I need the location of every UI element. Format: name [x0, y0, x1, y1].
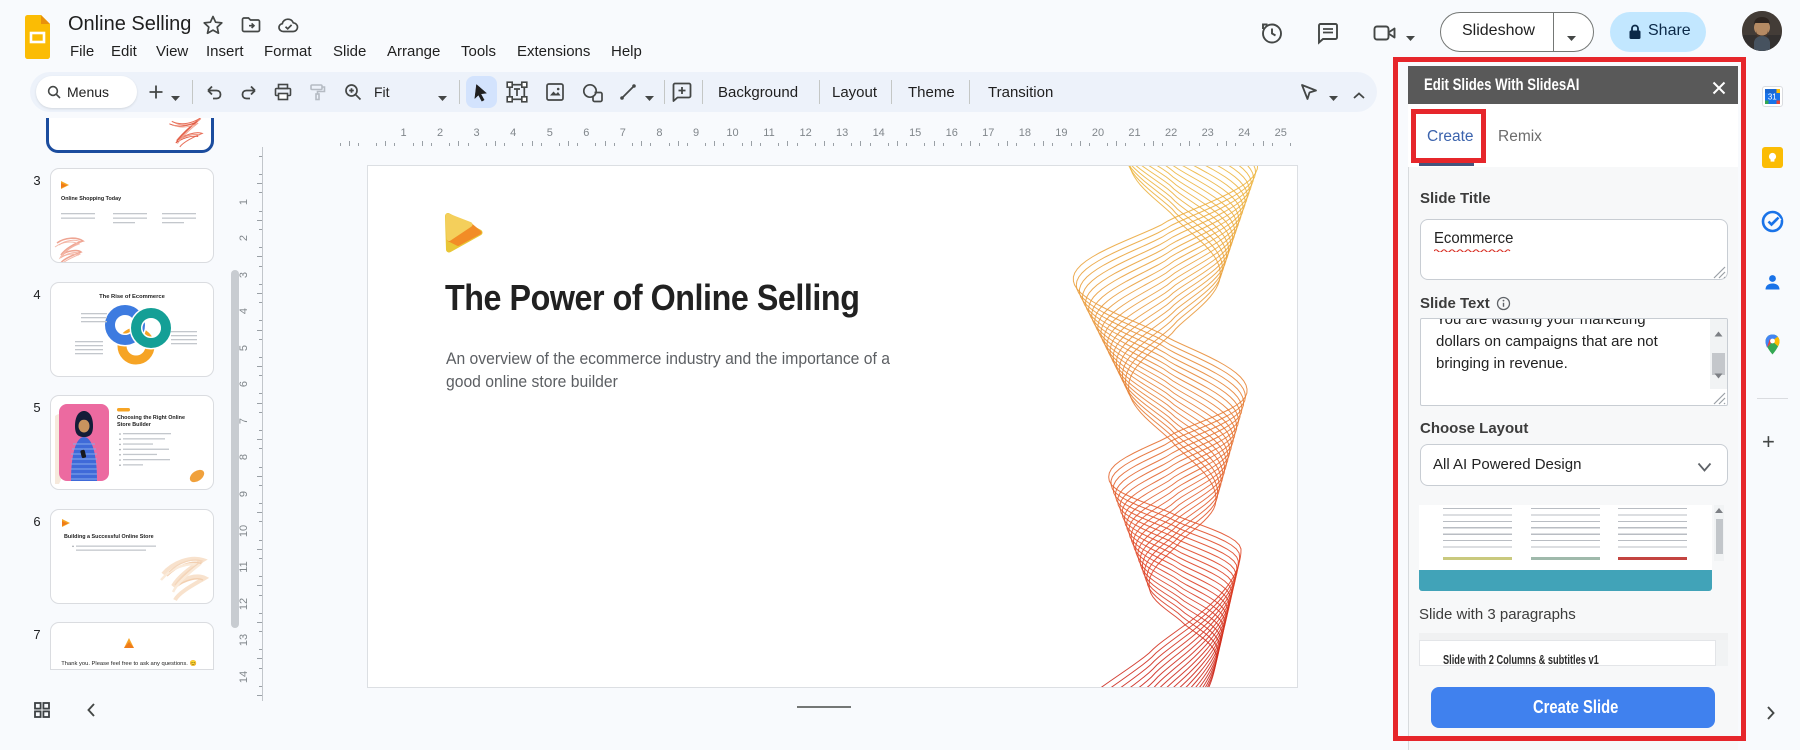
svg-text:01: 01 — [123, 315, 129, 320]
svg-text:Store Builder: Store Builder — [117, 422, 152, 428]
svg-text:31: 31 — [1768, 93, 1777, 102]
svg-text:Choosing the Right Online: Choosing the Right Online — [117, 415, 185, 421]
svg-text:Building a Successful Online S: Building a Successful Online Store — [64, 534, 154, 540]
svg-text:03: 03 — [133, 346, 139, 351]
svg-text:Online Shopping Today: Online Shopping Today — [61, 196, 121, 202]
svg-text:The Rise of Ecommerce: The Rise of Ecommerce — [99, 294, 165, 300]
svg-text:Thank you. Please feel free to: Thank you. Please feel free to ask any q… — [61, 659, 196, 667]
svg-text:02: 02 — [156, 326, 162, 331]
